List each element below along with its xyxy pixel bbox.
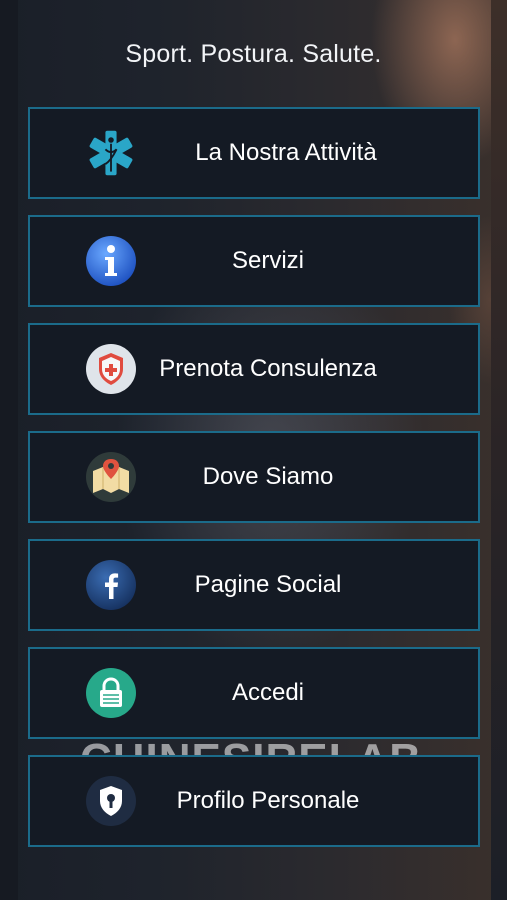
menu-item-profilo-personale[interactable]: Profilo Personale xyxy=(28,755,480,847)
menu-item-la-nostra-attivita[interactable]: La Nostra Attività xyxy=(28,107,480,199)
tagline: Sport. Postura. Salute. xyxy=(125,40,382,68)
menu-item-label: Servizi xyxy=(231,247,304,274)
menu-item-pagine-social[interactable]: Pagine Social xyxy=(28,539,480,631)
menu-item-label: Dove Siamo xyxy=(202,463,334,490)
menu-item-prenota-consulenza[interactable]: Prenota Consulenza xyxy=(28,323,480,415)
background-left-strip xyxy=(0,0,18,900)
lock-icon xyxy=(85,667,137,719)
menu-item-accedi[interactable]: Accedi xyxy=(28,647,480,739)
main-menu: La Nostra Attività Servizi Prenota Consu… xyxy=(28,107,480,863)
menu-item-label: Prenota Consulenza xyxy=(159,355,377,382)
menu-item-dove-siamo[interactable]: Dove Siamo xyxy=(28,431,480,523)
background-right-strip xyxy=(491,0,507,900)
menu-item-label: Accedi xyxy=(231,679,305,706)
medical-star-of-life-icon xyxy=(85,127,137,179)
menu-item-label: Profilo Personale xyxy=(176,787,360,814)
menu-item-servizi[interactable]: Servizi xyxy=(28,215,480,307)
menu-item-label: La Nostra Attività xyxy=(195,139,377,166)
facebook-icon xyxy=(85,559,137,611)
map-pin-icon xyxy=(85,451,137,503)
medical-shield-icon xyxy=(85,343,137,395)
user-shield-icon xyxy=(85,775,137,827)
menu-item-label: Pagine Social xyxy=(194,571,342,598)
info-icon xyxy=(85,235,137,287)
